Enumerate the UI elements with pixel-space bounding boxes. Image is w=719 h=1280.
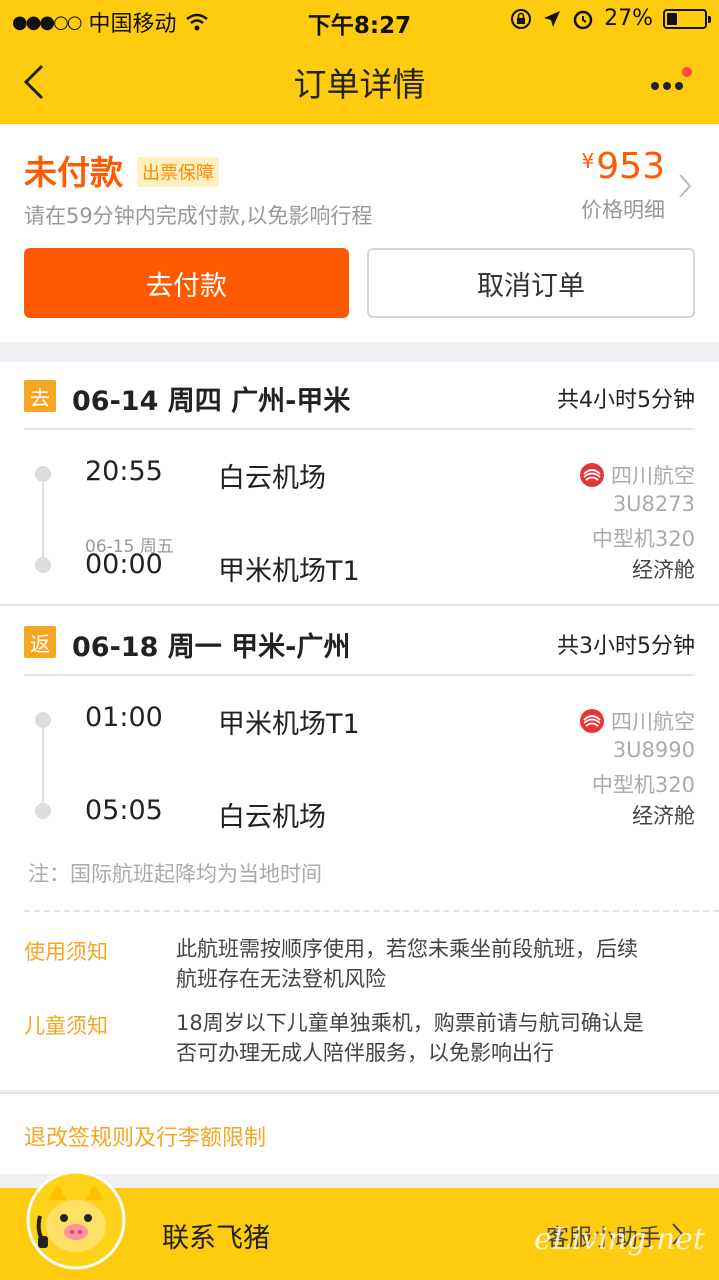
child-notice-line: 18周岁以下儿童单独乘机，购票前请与航司确认是 — [176, 1011, 644, 1035]
outbound-tag: 去 — [24, 380, 56, 412]
chevron-right-icon[interactable] — [677, 172, 693, 200]
segment-divider — [0, 604, 719, 606]
alarm-icon — [573, 10, 593, 29]
outbound-depart-time: 20:55 — [85, 456, 163, 487]
battery-percent: 27% — [604, 6, 653, 31]
return-arrive-airport: 白云机场 — [218, 802, 326, 833]
local-time-note: 注：国际航班起降均为当地时间 — [28, 862, 322, 886]
cancel-order-button[interactable]: 取消订单 — [367, 248, 695, 318]
pay-button[interactable]: 去付款 — [24, 248, 349, 318]
return-aircraft: 中型机320 — [591, 773, 695, 797]
flight-details-card: 去 06-14 周四 广州-甲米 共4小时5分钟 20:55 白云机场 06-1… — [0, 362, 719, 1090]
outbound-aircraft: 中型机320 — [591, 527, 695, 551]
refund-rules-row[interactable]: 退改签规则及行李额限制 — [0, 1092, 719, 1174]
total-price[interactable]: ¥953 — [582, 146, 665, 187]
usage-notice-label: 使用须知 — [24, 940, 108, 964]
return-cabin: 经济舱 — [632, 804, 695, 828]
sichuan-airlines-logo-icon — [580, 709, 604, 733]
usage-notice-text: 此航班需按顺序使用，若您未乘坐前段航班，后续 航班存在无法登机风险 — [176, 934, 696, 994]
outbound-arrive-airport: 甲米机场T1 — [218, 556, 360, 587]
return-tag: 返 — [24, 626, 56, 658]
status-bar: ●●●○○ 中国移动 下午8:27 27% — [0, 0, 719, 40]
arrive-dot — [35, 557, 51, 573]
outbound-flight-number: 3U8273 — [612, 492, 695, 516]
contact-fliggy-label[interactable]: 联系飞猪 — [162, 1216, 270, 1255]
status-right: 27% — [510, 6, 711, 31]
return-depart-time: 01:00 — [85, 702, 163, 733]
sichuan-airlines-logo-icon — [580, 463, 604, 487]
header: ●●●○○ 中国移动 下午8:27 27% 订单详情 — [0, 0, 719, 124]
price-value: 953 — [596, 146, 665, 187]
arrive-dot — [35, 803, 51, 819]
nav-bar: 订单详情 — [0, 40, 719, 124]
divider — [24, 674, 695, 676]
fliggy-mascot-icon[interactable] — [26, 1170, 126, 1270]
battery-icon — [663, 8, 711, 29]
airline-name: 四川航空 — [611, 710, 695, 734]
outbound-depart-airport: 白云机场 — [218, 463, 326, 494]
outbound-duration: 共4小时5分钟 — [557, 388, 695, 413]
price-detail-link[interactable]: 价格明细 — [581, 194, 665, 224]
usage-notice-line: 航班存在无法登机风险 — [176, 967, 386, 991]
depart-dot — [35, 712, 51, 728]
contact-bar[interactable]: 联系飞猪 客服小助手 eLiving.net — [0, 1170, 719, 1280]
outbound-title: 06-14 周四 广州-甲米 — [72, 386, 351, 417]
usage-notice-line: 此航班需按顺序使用，若您未乘坐前段航班，后续 — [176, 937, 638, 961]
rotation-lock-icon — [511, 8, 532, 29]
currency-symbol: ¥ — [581, 149, 595, 173]
divider — [24, 428, 695, 430]
depart-dot — [35, 466, 51, 482]
child-notice-line: 否可办理无成人陪伴服务，以免影响出行 — [176, 1041, 554, 1065]
page-title: 订单详情 — [293, 65, 426, 104]
return-header: 返 06-18 周一 甲米-广州 共3小时5分钟 — [0, 608, 719, 676]
airline-name: 四川航空 — [611, 464, 695, 488]
outbound-cabin: 经济舱 — [632, 558, 695, 582]
more-menu-icon[interactable] — [649, 66, 693, 100]
refund-rules-link[interactable]: 退改签规则及行李额限制 — [24, 1120, 266, 1152]
return-title: 06-18 周一 甲米-广州 — [72, 632, 351, 663]
order-status-card: 未付款 出票保障 请在59分钟内完成付款,以免影响行程 ¥953 价格明细 去付… — [0, 124, 719, 342]
outbound-arrive-time: 00:00 — [85, 549, 163, 580]
return-duration: 共3小时5分钟 — [557, 634, 695, 659]
return-flight-number: 3U8990 — [612, 738, 695, 762]
guarantee-badge: 出票保障 — [137, 157, 219, 187]
child-notice-text: 18周岁以下儿童单独乘机，购票前请与航司确认是 否可办理无成人陪伴服务，以免影响… — [176, 1008, 696, 1068]
timeline-line — [42, 720, 44, 812]
location-arrow-icon — [544, 10, 561, 27]
return-depart-airport: 甲米机场T1 — [218, 709, 360, 740]
order-status: 未付款 — [24, 153, 123, 192]
payment-hint: 请在59分钟内完成付款,以免影响行程 — [24, 204, 373, 228]
return-airline: 四川航空 — [579, 706, 695, 736]
watermark: eLiving.net — [533, 1222, 705, 1257]
outbound-header: 去 06-14 周四 广州-甲米 共4小时5分钟 — [0, 362, 719, 430]
notification-dot-icon — [682, 67, 692, 77]
timeline-line — [42, 474, 44, 566]
child-notice-label: 儿童须知 — [24, 1014, 108, 1038]
dashed-divider — [24, 910, 719, 912]
battery-fill — [667, 12, 677, 25]
outbound-airline: 四川航空 — [579, 460, 695, 490]
return-arrive-time: 05:05 — [85, 795, 163, 826]
